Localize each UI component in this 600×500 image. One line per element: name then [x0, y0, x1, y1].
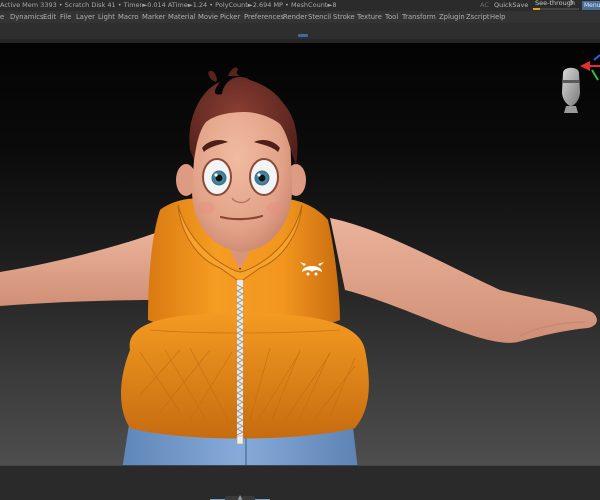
menu-item-help[interactable]: Help	[490, 11, 506, 23]
menu-item-file[interactable]: File	[60, 11, 71, 23]
see-through-slider[interactable]: See-through 0	[533, 0, 579, 11]
axis-gizmo-icon[interactable]	[580, 54, 600, 81]
menu-item-stroke[interactable]: Stroke	[333, 11, 355, 23]
menu-item-layer[interactable]: Layer	[76, 11, 95, 23]
menu-item-movie[interactable]: Movie	[198, 11, 218, 23]
menu-item-preferences[interactable]: Preferences	[244, 11, 284, 23]
menu-item-picker[interactable]: Picker	[220, 11, 240, 23]
menu-item-macro[interactable]: Macro	[118, 11, 139, 23]
left-cheek	[197, 202, 215, 214]
chevron-up-icon[interactable]: ▲	[235, 495, 245, 500]
head-gizmo-icon[interactable]	[562, 67, 580, 113]
menu-item-marker[interactable]: Marker	[142, 11, 166, 23]
menu-item-render[interactable]: Render	[283, 11, 307, 23]
menu-item-zscript[interactable]: Zscript	[466, 11, 490, 23]
left-eye	[202, 158, 232, 196]
see-through-track[interactable]	[533, 8, 579, 10]
hair-spike-mid	[228, 67, 240, 76]
menu-item-light[interactable]: Light	[98, 11, 115, 23]
menu-item-zplugin[interactable]: Zplugin	[439, 11, 465, 23]
right-cheek	[267, 202, 285, 214]
right-eye	[249, 158, 279, 196]
status-readout: Active Mem 3393 • Scratch Disk 41 • Time…	[0, 1, 337, 9]
vest-belly	[121, 313, 369, 439]
menu-item-transform[interactable]: Transform	[402, 11, 436, 23]
ac-toggle[interactable]: AC	[480, 0, 489, 11]
menu-item-e[interactable]: e	[0, 11, 4, 23]
menu-item-tool[interactable]: Tool	[385, 11, 398, 23]
zbrush-app: Active Mem 3393 • Scratch Disk 41 • Time…	[0, 0, 600, 500]
top-shelf	[0, 23, 600, 39]
menu-item-dynamics[interactable]: Dynamics	[10, 11, 44, 23]
see-through-fill	[533, 8, 540, 10]
menus-button[interactable]: Menus	[582, 1, 600, 10]
title-bar: Active Mem 3393 • Scratch Disk 41 • Time…	[0, 0, 600, 11]
sculpt-canvas[interactable]	[0, 43, 600, 465]
shelf-divider-handle[interactable]	[298, 34, 308, 37]
menu-item-stencil[interactable]: Stencil	[308, 11, 331, 23]
menu-item-edit[interactable]: Edit	[43, 11, 56, 23]
menu-item-material[interactable]: Material	[168, 11, 196, 23]
document-viewport[interactable]	[0, 43, 600, 465]
hair-spike-left	[208, 70, 217, 82]
bottom-shelf: ▲	[0, 465, 600, 500]
left-arm	[0, 232, 158, 306]
menu-item-texture[interactable]: Texture	[357, 11, 382, 23]
quicksave-button[interactable]: QuickSave	[494, 0, 528, 11]
right-arm	[330, 218, 597, 343]
menu-bar: e Dynamics Edit File Layer Light Macro M…	[0, 11, 600, 23]
vest-zipper	[236, 280, 244, 445]
